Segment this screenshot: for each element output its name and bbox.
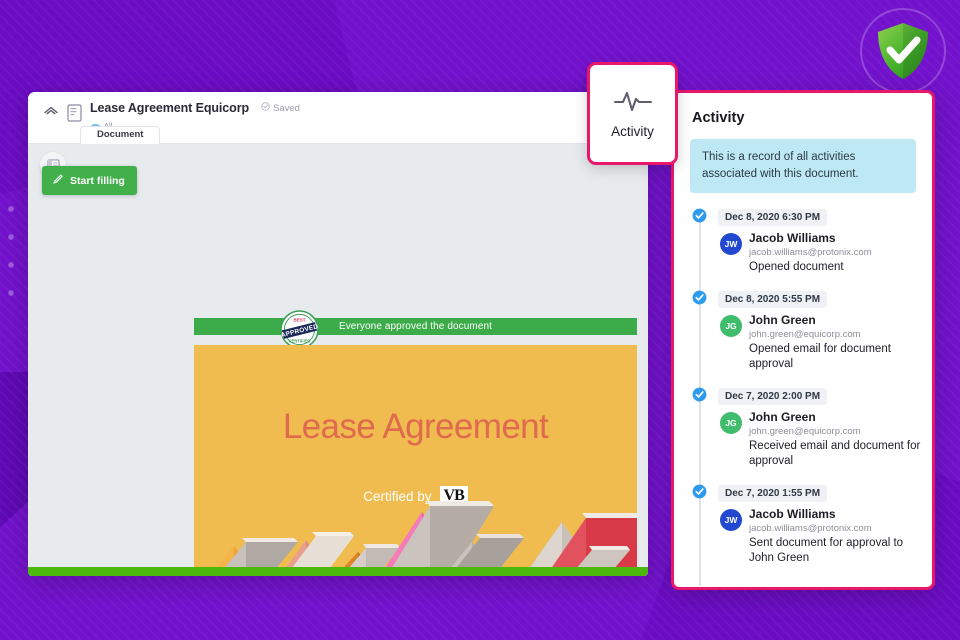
activity-user-email: john.green@equicorp.com: [749, 329, 861, 340]
document-canvas: Start filling Everyone approved the docu…: [28, 144, 648, 576]
document-window: Lease Agreement Equicorp Saved All Docum…: [28, 92, 648, 576]
activity-user-email: john.green@equicorp.com: [749, 426, 861, 437]
list-item[interactable]: Dec 8, 2020 5:55 PM JG John Green john.g…: [692, 289, 922, 386]
activity-panel: Activity This is a record of all activit…: [671, 90, 935, 590]
activity-callout[interactable]: Activity: [587, 62, 678, 165]
avatar: JW: [720, 233, 742, 255]
activity-action: Opened email for document approval: [749, 343, 891, 370]
check-circle-filled-icon: [692, 208, 707, 223]
tab-document[interactable]: Document: [80, 126, 161, 144]
activity-user-name: John Green: [749, 313, 816, 327]
screenshot-root: Lease Agreement Equicorp Saved All Docum…: [0, 0, 960, 640]
tab-strip: Document: [28, 126, 648, 144]
activity-heading: Activity: [692, 110, 745, 126]
shield-badge: [860, 8, 946, 94]
activity-user-name: Jacob Williams: [749, 507, 836, 521]
avatar: JG: [720, 315, 742, 337]
svg-text:CERTIFIED: CERTIFIED: [289, 339, 311, 344]
activity-user-name: John Green: [749, 410, 816, 424]
activity-date: Dec 8, 2020 5:55 PM: [718, 291, 828, 308]
activity-date: Dec 7, 2020 1:55 PM: [718, 485, 828, 502]
list-item[interactable]: Dec 7, 2020 2:00 PM JG John Green john.g…: [692, 386, 922, 483]
activity-date: Dec 7, 2020 2:00 PM: [718, 388, 828, 405]
avatar: JW: [720, 509, 742, 531]
document-footer-bar: [28, 567, 648, 576]
document-page-title: Lease Agreement: [282, 407, 549, 446]
activity-date: Dec 8, 2020 6:30 PM: [718, 209, 828, 226]
approval-banner-text: Everyone approved the document: [338, 321, 493, 332]
houses-illustration: [212, 501, 637, 576]
start-filling-button[interactable]: Start filling: [42, 166, 137, 195]
pencil-icon: [52, 173, 64, 188]
activity-timeline: Dec 8, 2020 6:30 PM JW Jacob Williams ja…: [674, 207, 932, 586]
check-circle-filled-icon: [692, 290, 707, 305]
check-circle-icon: [261, 102, 270, 114]
saved-status: Saved: [261, 102, 300, 114]
list-item[interactable]: Dec 8, 2020 6:30 PM JW Jacob Williams ja…: [692, 207, 922, 289]
document-page: Lease Agreement Certified by VB: [194, 345, 637, 576]
avatar: JG: [720, 412, 742, 434]
check-circle-filled-icon: [692, 484, 707, 499]
approved-stamp: BEST APPROVED CERTIFIED: [280, 310, 319, 349]
activity-callout-label: Activity: [611, 124, 654, 139]
saved-label: Saved: [273, 102, 300, 114]
activity-user-email: jacob.williams@protonix.com: [749, 247, 872, 258]
activity-action: Opened document: [749, 261, 844, 273]
activity-action: Sent document for approval to John Green: [749, 537, 904, 564]
shield-check-icon: [875, 21, 931, 81]
approval-banner: Everyone approved the document: [194, 318, 637, 335]
pulse-activity-icon: [613, 88, 653, 119]
check-circle-filled-icon: [692, 387, 707, 402]
activity-user-name: Jacob Williams: [749, 231, 836, 245]
activity-action: Received email and document for approval: [749, 440, 921, 467]
list-item[interactable]: Dec 7, 2020 1:55 PM JW Jacob Williams ja…: [692, 483, 922, 580]
svg-text:BEST: BEST: [294, 318, 306, 323]
activity-note: This is a record of all activities assoc…: [690, 139, 916, 193]
activity-user-email: jacob.williams@protonix.com: [749, 523, 872, 534]
document-toolbar: Lease Agreement Equicorp Saved All Docum…: [28, 92, 648, 144]
page-title: Lease Agreement Equicorp: [90, 101, 249, 115]
start-filling-label: Start filling: [70, 174, 125, 187]
